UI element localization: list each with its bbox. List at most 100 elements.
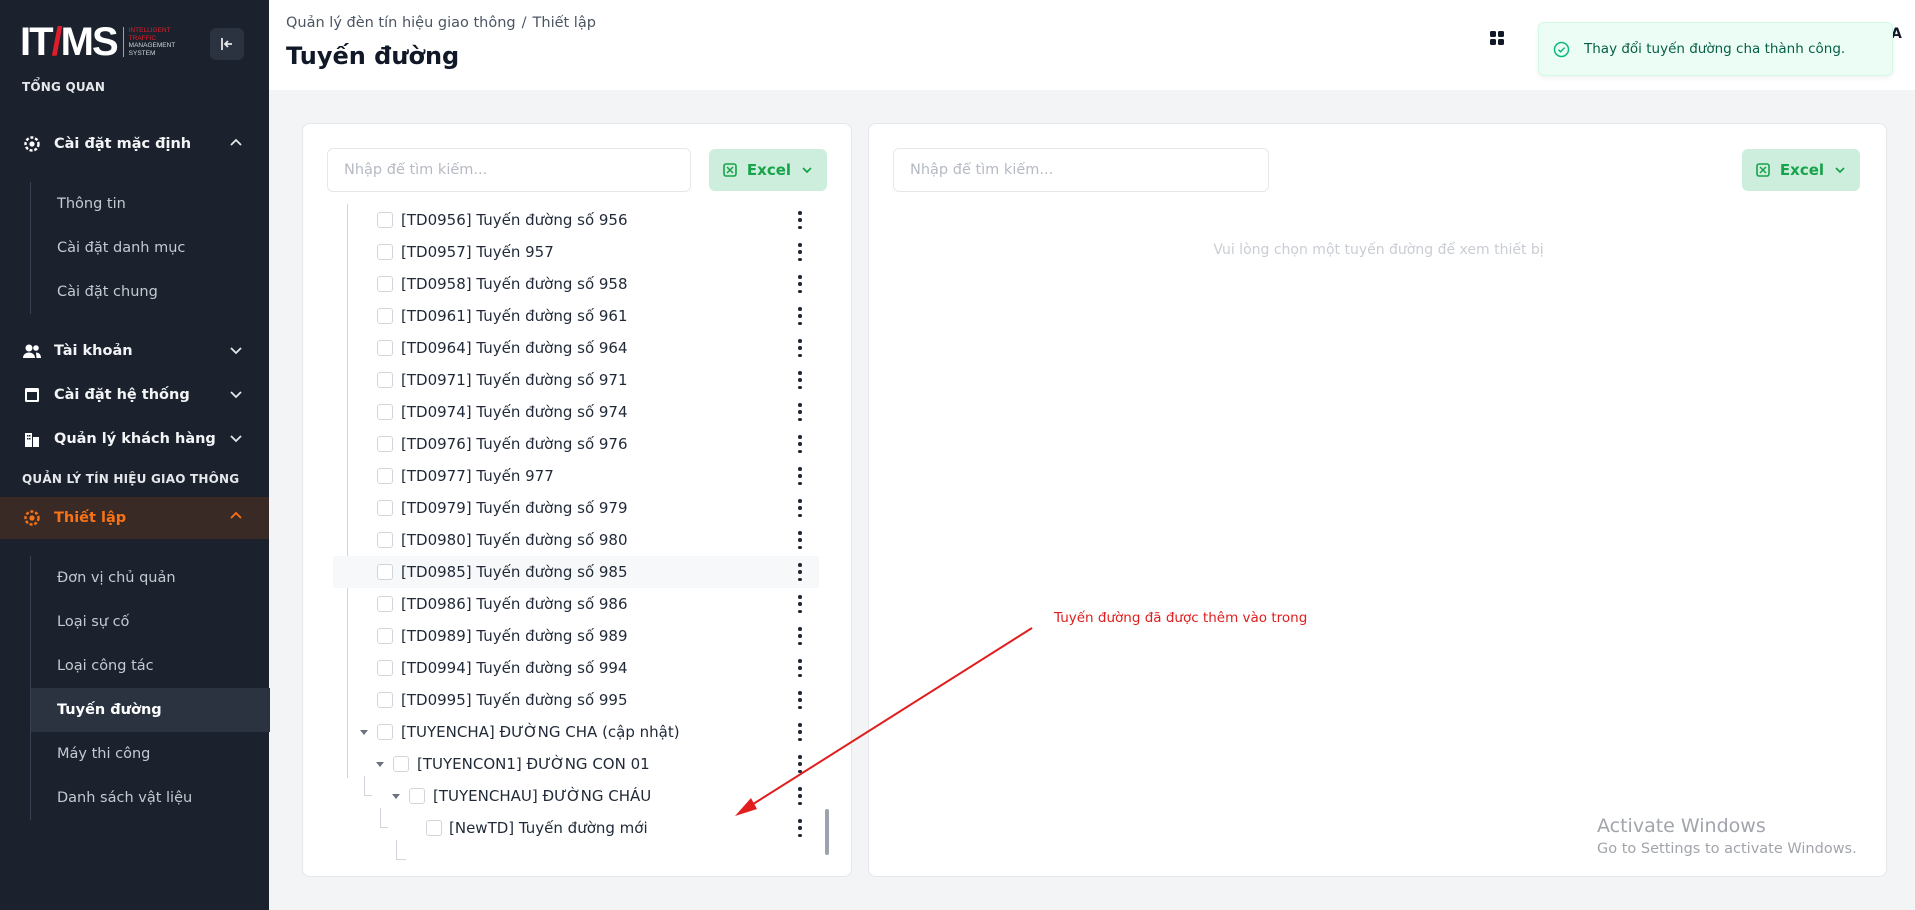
tree-node-checkbox[interactable] bbox=[377, 372, 393, 388]
tree-node-checkbox[interactable] bbox=[377, 468, 393, 484]
caret-down-icon[interactable] bbox=[360, 730, 368, 735]
tree-node-checkbox[interactable] bbox=[377, 724, 393, 740]
submenu-item-materials[interactable]: Danh sách vật liệu bbox=[31, 776, 270, 820]
breadcrumb-item-traffic-lights[interactable]: Quản lý đèn tín hiệu giao thông bbox=[286, 15, 516, 31]
tree-node[interactable]: [TD0974] Tuyến đường số 974 bbox=[333, 396, 819, 428]
excel-button-label: Excel bbox=[1779, 161, 1825, 179]
tree-node-label: [TD0994] Tuyến đường số 994 bbox=[401, 659, 628, 677]
more-options-icon[interactable] bbox=[797, 467, 803, 485]
chevron-down-icon bbox=[1834, 164, 1846, 176]
watermark-subtitle: Go to Settings to activate Windows. bbox=[1597, 841, 1857, 857]
toast-message: Thay đổi tuyến đường cha thành công. bbox=[1584, 41, 1846, 57]
annotation-text: Tuyến đường đã được thêm vào trong bbox=[1054, 610, 1308, 626]
tree-node[interactable]: [TD0977] Tuyến 977 bbox=[333, 460, 819, 492]
section-overview: TỔNG QUAN bbox=[22, 80, 106, 94]
more-options-icon[interactable] bbox=[797, 595, 803, 613]
routes-search-input[interactable] bbox=[327, 148, 691, 192]
menu-setup[interactable]: Thiết lập bbox=[0, 497, 269, 539]
submenu-item-machinery[interactable]: Máy thi công bbox=[31, 732, 270, 776]
tree-node-checkbox[interactable] bbox=[377, 308, 393, 324]
more-options-icon[interactable] bbox=[797, 371, 803, 389]
chevron-down-icon bbox=[230, 391, 242, 399]
caret-down-icon[interactable] bbox=[392, 794, 400, 799]
excel-export-button[interactable]: Excel bbox=[1742, 149, 1860, 191]
menu-default-settings[interactable]: Cài đặt mặc định bbox=[0, 124, 269, 164]
tree-node-label: [NewTD] Tuyến đường mới bbox=[449, 819, 648, 837]
tree-node-checkbox[interactable] bbox=[377, 436, 393, 452]
setup-submenu: Đơn vị chủ quản Loại sự cố Loại công tác… bbox=[30, 556, 270, 820]
more-options-icon[interactable] bbox=[797, 499, 803, 517]
more-options-icon[interactable] bbox=[797, 563, 803, 581]
tree-node[interactable]: [TD0971] Tuyến đường số 971 bbox=[333, 364, 819, 396]
tree-node-checkbox[interactable] bbox=[426, 820, 442, 836]
tree-guide-line bbox=[396, 859, 406, 860]
more-options-icon[interactable] bbox=[797, 339, 803, 357]
activation-watermark: Activate Windows Go to Settings to activ… bbox=[1597, 815, 1857, 857]
menu-account-label: Tài khoản bbox=[54, 343, 133, 359]
tree-node-label: [TD0989] Tuyến đường số 989 bbox=[401, 627, 628, 645]
more-options-icon[interactable] bbox=[797, 211, 803, 229]
more-options-icon[interactable] bbox=[797, 243, 803, 261]
submenu-item-routes[interactable]: Tuyến đường bbox=[31, 688, 270, 732]
tree-node-checkbox[interactable] bbox=[377, 340, 393, 356]
tree-node[interactable]: [TD0979] Tuyến đường số 979 bbox=[333, 492, 819, 524]
more-options-icon[interactable] bbox=[797, 275, 803, 293]
submenu-item-category-settings[interactable]: Cài đặt danh mục bbox=[31, 226, 270, 270]
devices-search-input[interactable] bbox=[893, 148, 1269, 192]
submenu-item-incident-types[interactable]: Loại sự cố bbox=[31, 600, 270, 644]
tree-node-checkbox[interactable] bbox=[377, 692, 393, 708]
tree-node[interactable]: [TD0985] Tuyến đường số 985 bbox=[333, 556, 819, 588]
tree-node-label: [TD0964] Tuyến đường số 964 bbox=[401, 339, 628, 357]
more-options-icon[interactable] bbox=[797, 819, 803, 837]
excel-export-button[interactable]: Excel bbox=[709, 149, 827, 191]
tree-node-label: [TUYENCHAU] ĐƯỜNG CHÁU bbox=[433, 787, 652, 805]
tree-node[interactable]: [TD0961] Tuyến đường số 961 bbox=[333, 300, 819, 332]
more-options-icon[interactable] bbox=[797, 307, 803, 325]
submenu-item-work-types[interactable]: Loại công tác bbox=[31, 644, 270, 688]
tree-node-label: [TD0958] Tuyến đường số 958 bbox=[401, 275, 628, 293]
breadcrumb-separator: / bbox=[521, 15, 527, 31]
more-options-icon[interactable] bbox=[797, 403, 803, 421]
menu-system-settings[interactable]: Cài đặt hệ thống bbox=[0, 375, 269, 415]
tree-node-checkbox[interactable] bbox=[409, 788, 425, 804]
tree-node-checkbox[interactable] bbox=[377, 276, 393, 292]
caret-down-icon[interactable] bbox=[376, 762, 384, 767]
tree-node-label: [TD0980] Tuyến đường số 980 bbox=[401, 531, 628, 549]
tree-node-checkbox[interactable] bbox=[393, 756, 409, 772]
tree-node-checkbox[interactable] bbox=[377, 244, 393, 260]
tree-node[interactable]: [TD0956] Tuyến đường số 956 bbox=[333, 204, 819, 236]
tree-node-checkbox[interactable] bbox=[377, 404, 393, 420]
apps-grid-button[interactable] bbox=[1489, 30, 1509, 50]
logo-tagline: INTELLIGENT TRAFFIC MANAGEMENT SYSTEM bbox=[122, 27, 183, 57]
collapse-left-icon bbox=[221, 38, 232, 50]
submenu-item-general-settings[interactable]: Cài đặt chung bbox=[31, 270, 270, 314]
chevron-down-icon bbox=[230, 347, 242, 355]
tree-node-checkbox[interactable] bbox=[377, 660, 393, 676]
submenu-item-managing-unit[interactable]: Đơn vị chủ quản bbox=[31, 556, 270, 600]
tree-node[interactable]: [TD0957] Tuyến 957 bbox=[333, 236, 819, 268]
tree-node-checkbox[interactable] bbox=[377, 532, 393, 548]
default-settings-submenu: Thông tin Cài đặt danh mục Cài đặt chung bbox=[30, 182, 185, 314]
tree-node[interactable]: [TD0980] Tuyến đường số 980 bbox=[333, 524, 819, 556]
tree-node-checkbox[interactable] bbox=[377, 596, 393, 612]
more-options-icon[interactable] bbox=[797, 531, 803, 549]
gear-icon bbox=[22, 508, 42, 528]
tree-node-label: [TD0974] Tuyến đường số 974 bbox=[401, 403, 628, 421]
submenu-item-info[interactable]: Thông tin bbox=[31, 182, 270, 226]
menu-customers-label: Quản lý khách hàng bbox=[54, 431, 216, 447]
tree-node-checkbox[interactable] bbox=[377, 628, 393, 644]
menu-customers[interactable]: Quản lý khách hàng bbox=[0, 419, 269, 459]
tree-node[interactable]: [TD0976] Tuyến đường số 976 bbox=[333, 428, 819, 460]
tree-node-label: [TD0957] Tuyến 957 bbox=[401, 243, 554, 261]
tree-node[interactable]: [TD0964] Tuyến đường số 964 bbox=[333, 332, 819, 364]
tree-node-checkbox[interactable] bbox=[377, 500, 393, 516]
gear-icon bbox=[22, 134, 42, 154]
breadcrumb-item-setup[interactable]: Thiết lập bbox=[533, 15, 596, 31]
tree-node-checkbox[interactable] bbox=[377, 212, 393, 228]
tree-node[interactable]: [TD0958] Tuyến đường số 958 bbox=[333, 268, 819, 300]
more-options-icon[interactable] bbox=[797, 435, 803, 453]
tree-node[interactable]: [TD0986] Tuyến đường số 986 bbox=[333, 588, 819, 620]
menu-account[interactable]: Tài khoản bbox=[0, 331, 269, 371]
tree-node-checkbox[interactable] bbox=[377, 564, 393, 580]
collapse-sidebar-button[interactable] bbox=[210, 28, 244, 60]
